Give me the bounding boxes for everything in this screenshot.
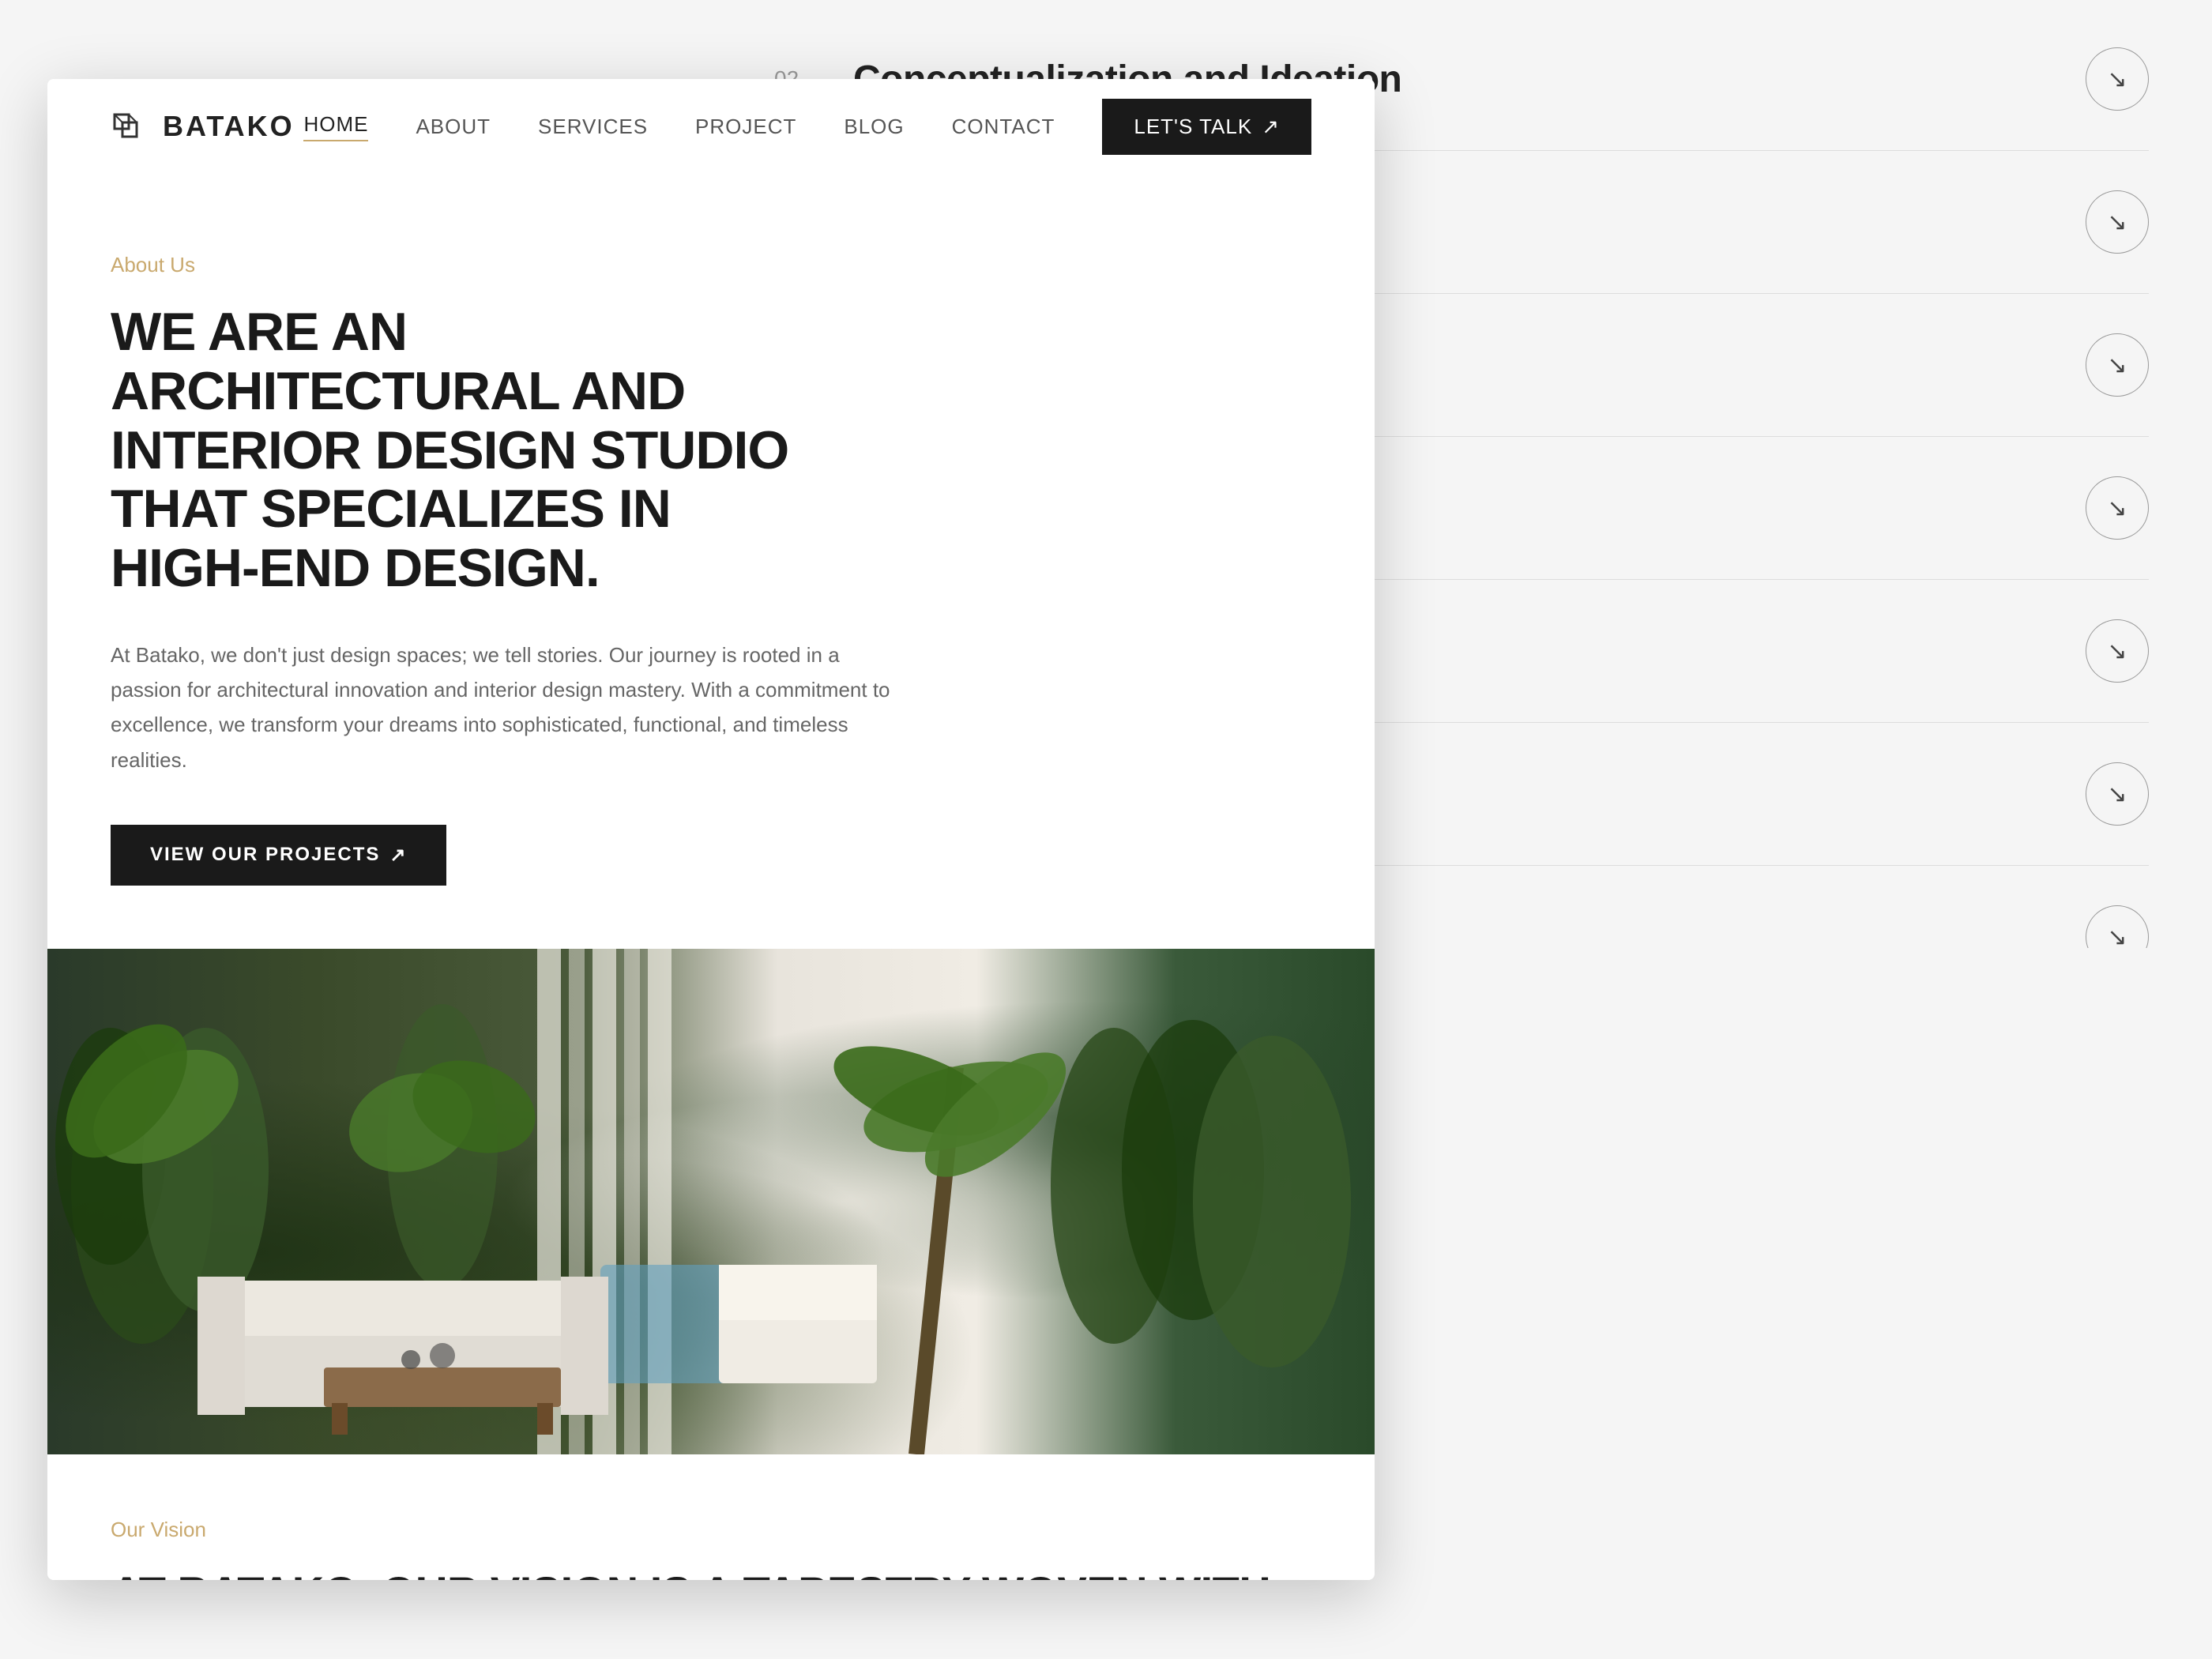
view-projects-button[interactable]: VIEW OUR PROJECTS ↗: [111, 825, 446, 886]
logo[interactable]: BATAKO: [111, 107, 295, 146]
nav-link-project[interactable]: PROJECT: [695, 115, 796, 139]
vision-label: Our Vision: [111, 1518, 1311, 1542]
navigation: BATAKO HOME ABOUT SERVICES PROJECT BLOG …: [47, 79, 1375, 174]
about-description: At Batako, we don't just design spaces; …: [111, 638, 901, 777]
service-arrow-icon[interactable]: [2086, 476, 2149, 540]
about-section: About Us WE ARE AN ARCHITECTURAL AND INT…: [47, 174, 1375, 949]
service-arrow-icon[interactable]: [2086, 190, 2149, 254]
about-label: About Us: [111, 253, 1311, 277]
logo-text: BATAKO: [163, 110, 295, 143]
nav-link-home[interactable]: HOME: [303, 112, 368, 141]
view-projects-label: VIEW OUR PROJECTS: [150, 844, 380, 866]
service-arrow-icon[interactable]: [2086, 333, 2149, 397]
view-projects-arrow-icon: ↗: [389, 844, 407, 867]
nav-link-blog[interactable]: BLOG: [844, 115, 904, 139]
lets-talk-label: LET'S TALK: [1134, 115, 1252, 139]
lets-talk-button[interactable]: LET'S TALK ↗: [1102, 99, 1311, 155]
service-arrow-icon[interactable]: [2086, 762, 2149, 826]
nav-link-services[interactable]: SERVICES: [538, 115, 648, 139]
service-arrow-icon[interactable]: [2086, 619, 2149, 683]
nav-link-about[interactable]: ABOUT: [416, 115, 491, 139]
nav-link-contact[interactable]: CONTACT: [952, 115, 1055, 139]
hero-illustration: [47, 949, 1375, 1454]
service-arrow-icon[interactable]: [2086, 47, 2149, 111]
nav-links: HOME ABOUT SERVICES PROJECT BLOG CONTACT: [303, 112, 1055, 141]
logo-icon: [111, 107, 150, 146]
vision-heading: AT BATAKO, OUR VISION IS A TAPESTRY WOVE…: [111, 1567, 1311, 1580]
lets-talk-arrow-icon: ↗: [1262, 115, 1280, 139]
about-heading: WE ARE AN ARCHITECTURAL AND INTERIOR DES…: [111, 303, 822, 598]
hero-image: [47, 949, 1375, 1454]
vision-section: Our Vision AT BATAKO, OUR VISION IS A TA…: [47, 1454, 1375, 1580]
main-website-window: BATAKO HOME ABOUT SERVICES PROJECT BLOG …: [47, 79, 1375, 1580]
